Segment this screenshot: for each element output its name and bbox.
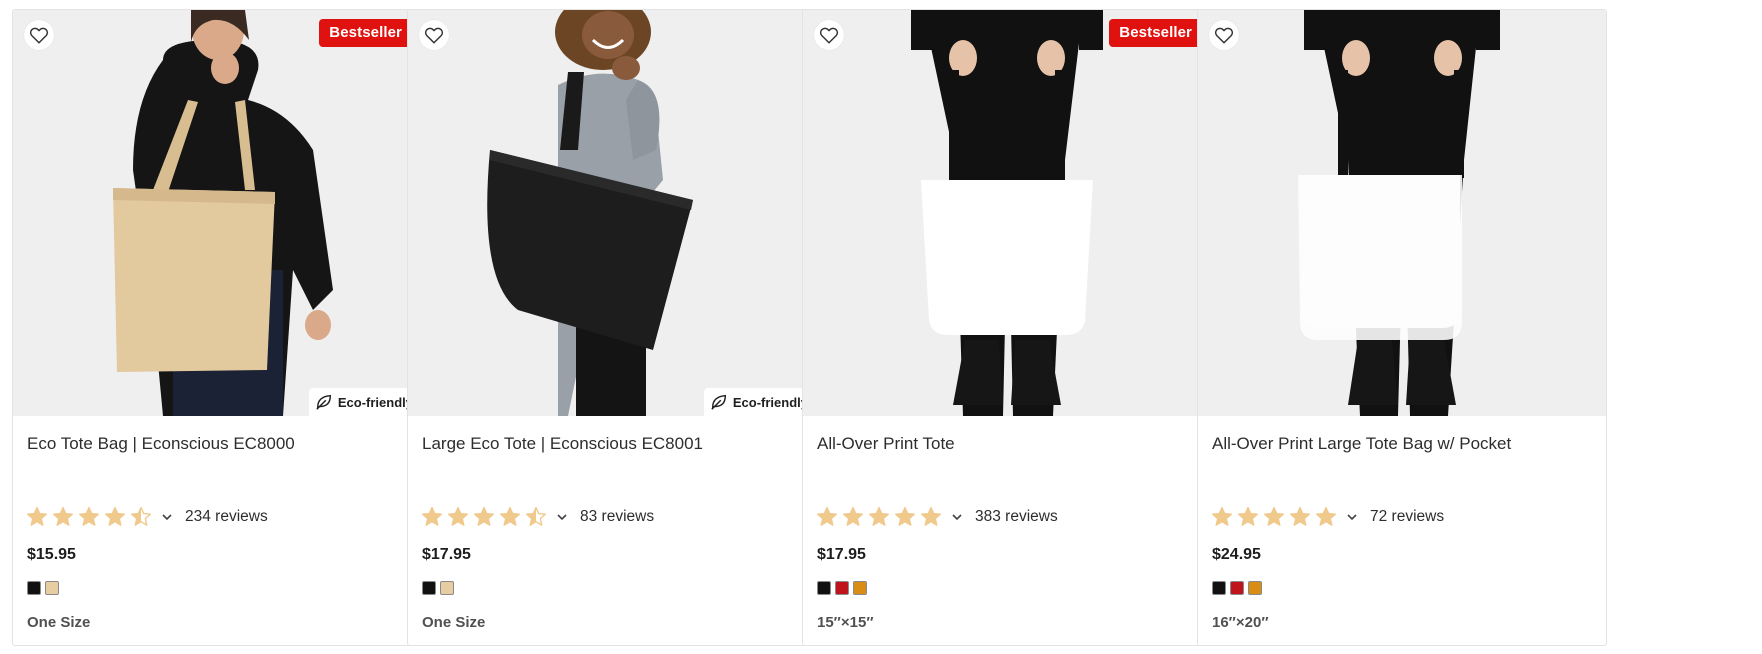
color-swatches <box>422 581 454 595</box>
product-card[interactable]: Bestseller All-Over Print Tote 383 revie… <box>802 9 1212 646</box>
star-full-icon <box>448 506 468 526</box>
star-half-icon <box>526 506 546 526</box>
price: $17.95 <box>817 546 866 563</box>
favorite-button[interactable] <box>1209 20 1239 50</box>
star-full-icon <box>817 506 837 526</box>
price: $15.95 <box>27 546 76 563</box>
star-full-icon <box>53 506 73 526</box>
color-swatch[interactable] <box>853 581 867 595</box>
favorite-button[interactable] <box>814 20 844 50</box>
rating[interactable]: 72 reviews <box>1211 506 1444 528</box>
chevron-down-icon[interactable] <box>160 510 174 524</box>
star-full-icon <box>895 506 915 526</box>
color-swatch[interactable] <box>27 581 41 595</box>
heart-outline-icon <box>29 27 49 44</box>
star-full-icon <box>79 506 99 526</box>
size-label: One Size <box>422 614 486 631</box>
star-rating <box>816 506 942 528</box>
eco-friendly-tag: Eco-friendly <box>308 388 421 416</box>
rating[interactable]: 234 reviews <box>26 506 268 528</box>
star-full-icon <box>105 506 125 526</box>
color-swatch[interactable] <box>1230 581 1244 595</box>
chevron-down-icon[interactable] <box>555 510 569 524</box>
color-swatches <box>27 581 59 595</box>
color-swatches <box>817 581 867 595</box>
star-full-icon <box>474 506 494 526</box>
product-title[interactable]: Eco Tote Bag | Econscious EC8000 <box>27 434 407 454</box>
review-count[interactable]: 234 reviews <box>185 508 268 526</box>
bestseller-badge: Bestseller <box>319 19 412 47</box>
size-label: One Size <box>27 614 91 631</box>
size-label: 16″×20″ <box>1212 614 1269 631</box>
review-count[interactable]: 383 reviews <box>975 508 1058 526</box>
product-image[interactable]: Bestseller <box>803 10 1211 416</box>
favorite-button[interactable] <box>419 20 449 50</box>
size-label: 15″×15″ <box>817 614 874 631</box>
star-full-icon <box>1212 506 1232 526</box>
star-full-icon <box>1290 506 1310 526</box>
product-card[interactable]: All-Over Print Large Tote Bag w/ Pocket … <box>1197 9 1607 646</box>
product-image[interactable]: Eco-friendly <box>408 10 816 416</box>
star-full-icon <box>422 506 442 526</box>
chevron-down-icon[interactable] <box>950 510 964 524</box>
product-photo <box>408 10 816 416</box>
color-swatch[interactable] <box>1248 581 1262 595</box>
star-full-icon <box>27 506 47 526</box>
color-swatches <box>1212 581 1262 595</box>
star-full-icon <box>869 506 889 526</box>
price: $24.95 <box>1212 546 1261 563</box>
color-swatch[interactable] <box>1212 581 1226 595</box>
product-card[interactable]: Bestseller Eco-friendly Eco Tote Bag | E… <box>12 9 422 646</box>
eco-friendly-tag: Eco-friendly <box>703 388 816 416</box>
color-swatch[interactable] <box>440 581 454 595</box>
rating[interactable]: 83 reviews <box>421 506 654 528</box>
product-image[interactable]: Bestseller Eco-friendly <box>13 10 421 416</box>
star-full-icon <box>843 506 863 526</box>
leaf-icon <box>316 394 331 410</box>
star-full-icon <box>1316 506 1336 526</box>
product-card[interactable]: Eco-friendly Large Eco Tote | Econscious… <box>407 9 817 646</box>
heart-outline-icon <box>1214 27 1234 44</box>
price: $17.95 <box>422 546 471 563</box>
star-rating <box>421 506 547 528</box>
heart-outline-icon <box>819 27 839 44</box>
color-swatch[interactable] <box>817 581 831 595</box>
color-swatch[interactable] <box>45 581 59 595</box>
product-image[interactable] <box>1198 10 1606 416</box>
eco-label: Eco-friendly <box>732 394 808 410</box>
product-title[interactable]: All-Over Print Tote <box>817 434 1197 454</box>
review-count[interactable]: 83 reviews <box>580 508 654 526</box>
product-photo <box>803 10 1211 416</box>
star-rating <box>26 506 152 528</box>
star-half-icon <box>131 506 151 526</box>
star-rating <box>1211 506 1337 528</box>
star-full-icon <box>1264 506 1284 526</box>
review-count[interactable]: 72 reviews <box>1370 508 1444 526</box>
favorite-button[interactable] <box>24 20 54 50</box>
chevron-down-icon[interactable] <box>1345 510 1359 524</box>
product-photo <box>1198 10 1606 416</box>
color-swatch[interactable] <box>835 581 849 595</box>
leaf-icon <box>711 394 726 410</box>
rating[interactable]: 383 reviews <box>816 506 1058 528</box>
product-title[interactable]: All-Over Print Large Tote Bag w/ Pocket <box>1212 434 1592 454</box>
heart-outline-icon <box>424 27 444 44</box>
product-title[interactable]: Large Eco Tote | Econscious EC8001 <box>422 434 802 454</box>
star-full-icon <box>921 506 941 526</box>
product-photo <box>13 10 421 416</box>
product-grid: Bestseller Eco-friendly Eco Tote Bag | E… <box>0 0 1762 654</box>
star-full-icon <box>1238 506 1258 526</box>
bestseller-badge: Bestseller <box>1109 19 1202 47</box>
star-full-icon <box>500 506 520 526</box>
eco-label: Eco-friendly <box>337 394 413 410</box>
color-swatch[interactable] <box>422 581 436 595</box>
